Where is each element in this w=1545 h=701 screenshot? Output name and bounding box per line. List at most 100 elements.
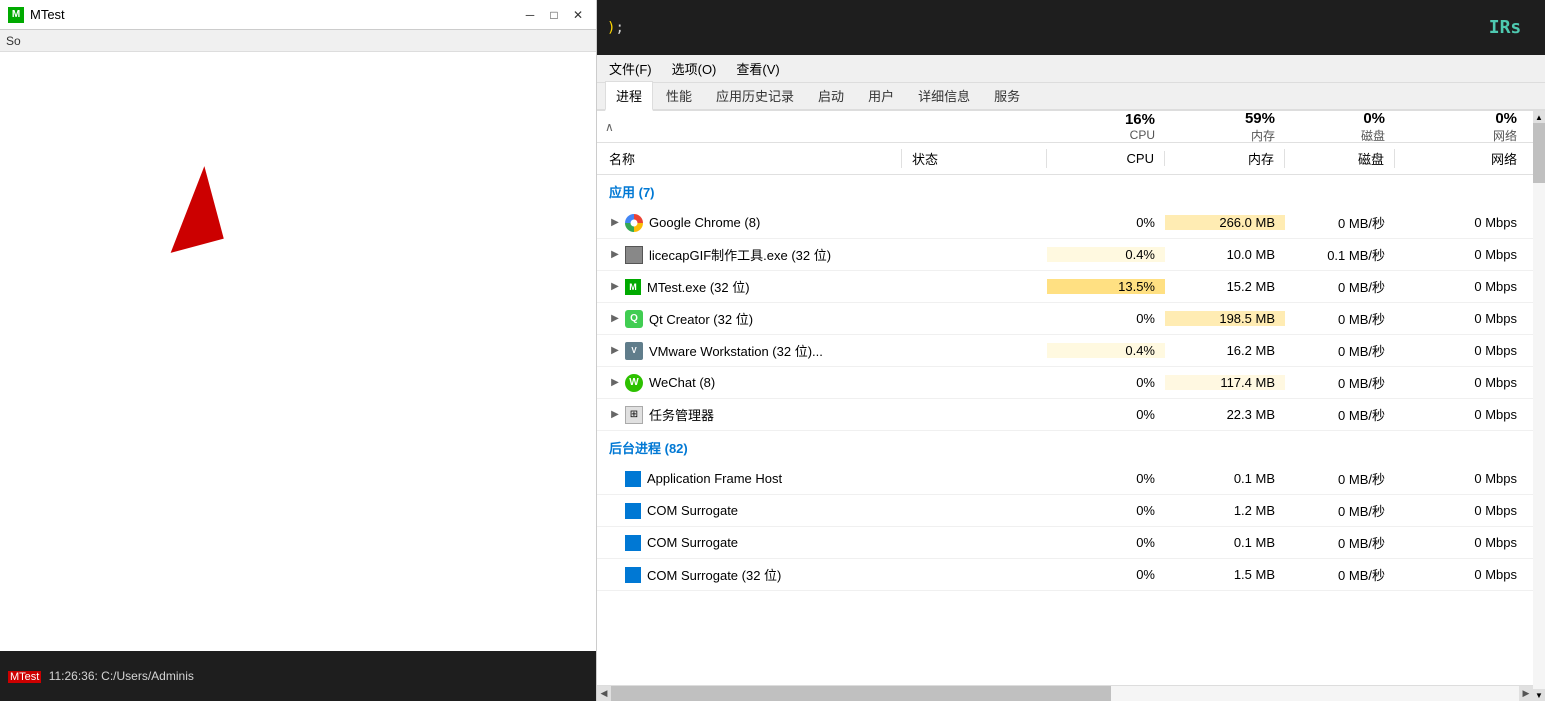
proc-mem: 10.0 MB (1165, 247, 1285, 262)
table-row[interactable]: ▶ W WeChat (8) 0% 117.4 MB 0 MB/秒 0 Mbps (597, 367, 1533, 399)
stats-net: 0% 网络 (1395, 111, 1533, 144)
scroll-left-button[interactable]: ◀ (597, 686, 611, 701)
table-row[interactable]: ▶ ⊞ 任务管理器 0% 22.3 MB 0 MB/秒 0 Mbps (597, 399, 1533, 431)
proc-net: 0 Mbps (1395, 311, 1533, 326)
col-status-header[interactable]: 状态 (902, 149, 1047, 168)
proc-name-text: licecapGIF制作工具.exe (32 位) (649, 245, 902, 264)
tab-app-history[interactable]: 应用历史记录 (705, 81, 805, 109)
scroll-vert-thumb (1533, 123, 1545, 183)
col-net-header[interactable]: 网络 (1395, 149, 1533, 168)
minimize-button[interactable]: ─ (520, 6, 540, 24)
proc-name-text: WeChat (8) (649, 375, 902, 390)
net-label: 网络 (1395, 127, 1517, 144)
col-disk-header[interactable]: 磁盘 (1285, 149, 1395, 168)
table-row[interactable]: ▶ COM Surrogate 0% 1.2 MB 0 MB/秒 0 Mbps (597, 495, 1533, 527)
sort-arrow: ∧ (597, 120, 614, 134)
proc-name-com1: ▶ COM Surrogate (597, 503, 902, 519)
proc-net: 0 Mbps (1395, 471, 1533, 486)
table-row[interactable]: ▶ Q Qt Creator (32 位) 0% 198.5 MB 0 MB/秒… (597, 303, 1533, 335)
proc-name-licecap: ▶ licecapGIF制作工具.exe (32 位) (597, 245, 902, 264)
table-row[interactable]: ▶ COM Surrogate (32 位) 0% 1.5 MB 0 MB/秒 … (597, 559, 1533, 591)
table-row[interactable]: ▶ licecapGIF制作工具.exe (32 位) 0.4% 10.0 MB… (597, 239, 1533, 271)
status-bar: MTest 11:26:36: C:/Users/Adminis (0, 651, 596, 701)
cpu-percent: 16% (1125, 111, 1155, 128)
scroll-down-button[interactable]: ▼ (1533, 689, 1545, 701)
stats-disk: 0% 磁盘 (1285, 111, 1395, 144)
maximize-button[interactable]: □ (544, 6, 564, 24)
menu-options[interactable]: 选项(O) (668, 57, 721, 80)
tab-details[interactable]: 详细信息 (907, 81, 981, 109)
table-row[interactable]: ▶ Google Chrome (8) 0% 266.0 MB 0 MB/秒 0… (597, 207, 1533, 239)
stats-cpu: 16% CPU (1047, 111, 1165, 142)
vertical-scrollbar[interactable]: ▲ ▼ (1533, 111, 1545, 701)
mem-label: 内存 (1165, 127, 1275, 144)
proc-cpu: 0% (1047, 407, 1165, 422)
process-list[interactable]: 应用 (7) ▶ Google Chrome (8) 0% 266.0 MB 0… (597, 175, 1533, 685)
column-header-row: 名称 状态 CPU 内存 磁盘 网络 (597, 143, 1533, 175)
proc-disk: 0 MB/秒 (1285, 405, 1395, 424)
proc-name-text: Google Chrome (8) (649, 215, 902, 230)
proc-net: 0 Mbps (1395, 247, 1533, 262)
expand-icon-chrome[interactable]: ▶ (605, 217, 625, 228)
menu-file[interactable]: 文件(F) (605, 57, 656, 80)
scroll-thumb (611, 686, 1111, 701)
proc-mem: 117.4 MB (1165, 375, 1285, 390)
expand-icon-wechat[interactable]: ▶ (605, 377, 625, 388)
expand-icon-mtest[interactable]: ▶ (605, 281, 625, 292)
tab-process[interactable]: 进程 (605, 81, 653, 111)
expand-icon-taskm[interactable]: ▶ (605, 409, 625, 420)
code-strip: ); IRs (597, 0, 1545, 55)
proc-name-chrome: ▶ Google Chrome (8) (597, 214, 902, 232)
tab-performance[interactable]: 性能 (655, 81, 703, 109)
proc-cpu: 0.4% (1047, 343, 1165, 358)
irs-label: IRs (1489, 17, 1522, 38)
proc-disk: 0 MB/秒 (1285, 213, 1395, 232)
proc-mem: 198.5 MB (1165, 311, 1285, 326)
tab-users[interactable]: 用户 (857, 81, 905, 109)
scroll-vert-track[interactable] (1533, 123, 1545, 689)
proc-disk: 0 MB/秒 (1285, 565, 1395, 584)
tab-startup[interactable]: 启动 (807, 81, 855, 109)
bg-section-label: 后台进程 (82) (609, 438, 688, 457)
proc-name-com3: ▶ COM Surrogate (32 位) (597, 565, 902, 584)
proc-name-afh: ▶ Application Frame Host (597, 471, 902, 487)
horizontal-scrollbar[interactable]: ◀ ▶ (597, 685, 1533, 701)
expand-icon-vmware[interactable]: ▶ (605, 345, 625, 356)
expand-icon-qt[interactable]: ▶ (605, 313, 625, 324)
proc-mem: 22.3 MB (1165, 407, 1285, 422)
expand-icon-licecap[interactable]: ▶ (605, 249, 625, 260)
scroll-right-button[interactable]: ▶ (1519, 686, 1533, 701)
stats-row: ∧ 16% CPU 59% 内存 0% 磁盘 0% 网络 (597, 111, 1533, 143)
scroll-track[interactable] (611, 686, 1519, 701)
menu-view[interactable]: 查看(V) (732, 57, 783, 80)
proc-name-taskm: ▶ ⊞ 任务管理器 (597, 405, 902, 424)
proc-mem: 1.2 MB (1165, 503, 1285, 518)
scroll-up-button[interactable]: ▲ (1533, 111, 1545, 123)
proc-disk: 0 MB/秒 (1285, 533, 1395, 552)
col-cpu-header[interactable]: CPU (1047, 151, 1165, 166)
com1-icon (625, 503, 641, 519)
com3-icon (625, 567, 641, 583)
stats-mem: 59% 内存 (1165, 111, 1285, 144)
proc-disk: 0.1 MB/秒 (1285, 245, 1395, 264)
proc-name-text: COM Surrogate (32 位) (647, 565, 902, 584)
proc-disk: 0 MB/秒 (1285, 341, 1395, 360)
table-row[interactable]: ▶ V VMware Workstation (32 位)... 0.4% 16… (597, 335, 1533, 367)
tab-services[interactable]: 服务 (983, 81, 1031, 109)
qt-icon: Q (625, 310, 643, 328)
com2-icon (625, 535, 641, 551)
table-row[interactable]: ▶ M MTest.exe (32 位) 13.5% 15.2 MB 0 MB/… (597, 271, 1533, 303)
proc-mem: 266.0 MB (1165, 215, 1285, 230)
vmware-icon: V (625, 342, 643, 360)
close-button[interactable]: ✕ (568, 6, 588, 24)
table-row[interactable]: ▶ COM Surrogate 0% 0.1 MB 0 MB/秒 0 Mbps (597, 527, 1533, 559)
proc-name-text: MTest.exe (32 位) (647, 277, 902, 296)
proc-disk: 0 MB/秒 (1285, 501, 1395, 520)
proc-name-text: 任务管理器 (649, 405, 902, 424)
mtest-window: M MTest ─ □ ✕ So MTest 11:26:36: C:/User… (0, 0, 597, 701)
proc-net: 0 Mbps (1395, 343, 1533, 358)
table-row[interactable]: ▶ Application Frame Host 0% 0.1 MB 0 MB/… (597, 463, 1533, 495)
col-name-header[interactable]: 名称 (597, 149, 902, 168)
afh-icon (625, 471, 641, 487)
col-mem-header[interactable]: 内存 (1165, 149, 1285, 168)
